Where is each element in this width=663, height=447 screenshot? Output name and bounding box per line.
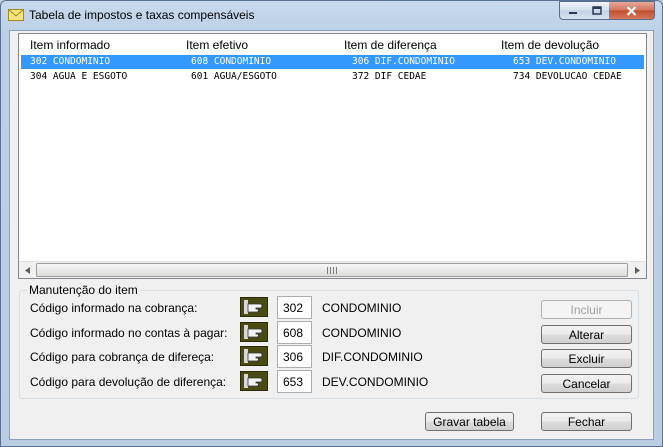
lookup-hand-icon-button[interactable] (240, 371, 268, 391)
table-cell: 608 CONDOMINIO (191, 56, 272, 67)
close-window-button[interactable] (609, 1, 655, 20)
table-cell: 302 CONDOMINIO (30, 56, 111, 67)
column-header-item-diferenca[interactable]: Item de diferença (344, 38, 437, 52)
column-header-item-efetivo[interactable]: Item efetivo (186, 38, 248, 52)
codigo-devolucao-diferenca-description: DEV.CONDOMINIO (322, 375, 429, 389)
window-title: Tabela de impostos e taxas compensáveis (29, 8, 255, 22)
field-label-codigo-devolucao-diferenca: Código para devolução de diferença: (30, 375, 227, 389)
pointing-hand-icon (244, 325, 263, 339)
codigo-contas-pagar-description: CONDOMINIO (322, 326, 402, 340)
cancelar-button[interactable]: Cancelar (541, 374, 632, 393)
maximize-button[interactable] (585, 1, 610, 20)
codigo-cobranca-input[interactable]: 302 (277, 296, 312, 319)
table-row[interactable]: 302 CONDOMINIO 608 CONDOMINIO 306 DIF.CO… (21, 55, 644, 69)
pointing-hand-icon (244, 300, 263, 314)
pointing-hand-icon (244, 349, 263, 363)
lookup-hand-icon-button[interactable] (240, 297, 268, 317)
codigo-cobranca-description: CONDOMINIO (322, 301, 402, 315)
dialog-window: Tabela de impostos e taxas compensáveis … (0, 0, 663, 447)
scrollbar-thumb[interactable] (36, 263, 628, 277)
codigo-cobranca-diferenca-input[interactable]: 306 (277, 345, 312, 368)
incluir-button[interactable]: Incluir (541, 300, 632, 319)
codigo-devolucao-diferenca-input[interactable]: 653 (277, 370, 312, 393)
codigo-contas-pagar-input[interactable]: 608 (277, 321, 312, 344)
field-label-codigo-cobranca: Código informado na cobrança: (30, 301, 198, 315)
minimize-button[interactable] (559, 1, 586, 20)
pointing-hand-icon (244, 374, 263, 388)
field-label-codigo-contas-pagar: Código informado no contas à pagar: (30, 326, 228, 340)
table-cell: 734 DEVOLUCAO CEDAE (513, 71, 622, 82)
minimize-icon (568, 11, 577, 14)
table-header: Item informado Item efetivo Item de dife… (19, 34, 646, 54)
items-table[interactable]: Item informado Item efetivo Item de dife… (18, 33, 647, 279)
gravar-tabela-button[interactable]: Gravar tabela (425, 412, 514, 431)
alterar-button[interactable]: Alterar (541, 325, 632, 344)
lookup-hand-icon-button[interactable] (240, 346, 268, 366)
table-cell: 601 AGUA/ESGOTO (191, 71, 277, 82)
table-cell: 306 DIF.CONDOMINIO (352, 56, 455, 67)
table-cell: 653 DEV.CONDOMINIO (513, 56, 616, 67)
excluir-button[interactable]: Excluir (541, 349, 632, 368)
field-label-codigo-cobranca-diferenca: Código para cobrança de difereça: (30, 350, 215, 364)
scroll-left-icon (25, 266, 30, 274)
title-bar[interactable]: Tabela de impostos e taxas compensáveis (1, 1, 662, 30)
lookup-hand-icon-button[interactable] (240, 322, 268, 342)
close-icon (626, 5, 637, 16)
scrollbar-grip-icon (327, 267, 337, 274)
app-envelope-icon (8, 9, 24, 21)
scroll-right-button[interactable] (629, 262, 646, 278)
table-cell: 372 DIF CEDAE (352, 71, 427, 82)
table-row[interactable]: 304 AGUA E ESGOTO 601 AGUA/ESGOTO 372 DI… (21, 70, 644, 84)
codigo-cobranca-diferenca-description: DIF.CONDOMINIO (322, 350, 423, 364)
scroll-right-icon (635, 266, 640, 274)
column-header-item-devolucao[interactable]: Item de devolução (501, 38, 599, 52)
fechar-button[interactable]: Fechar (541, 412, 632, 431)
maximize-icon (592, 6, 602, 15)
horizontal-scrollbar[interactable] (19, 261, 646, 278)
table-cell: 304 AGUA E ESGOTO (30, 71, 128, 82)
dialog-client-area: Item informado Item efetivo Item de dife… (9, 30, 654, 440)
column-header-item-informado[interactable]: Item informado (30, 38, 110, 52)
scroll-left-button[interactable] (19, 262, 36, 278)
group-title: Manutenção do item (27, 283, 140, 297)
